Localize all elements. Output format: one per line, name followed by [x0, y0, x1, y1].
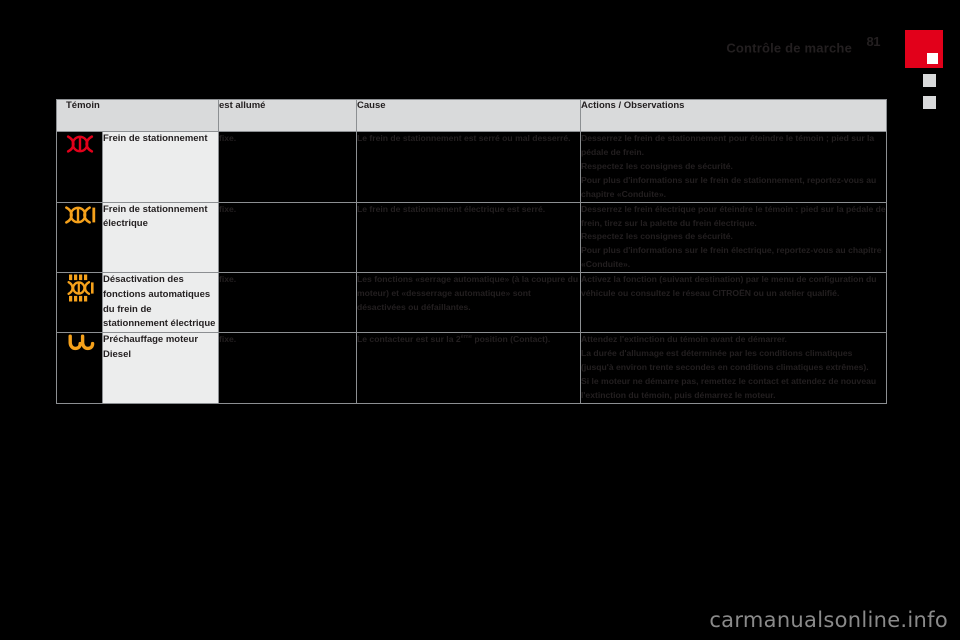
warning-actions: Attendez l'extinction du témoin avant de…	[581, 333, 887, 404]
warning-lit-state: fixe.	[219, 333, 357, 404]
table-row: Frein de stationnement fixe. Le frein de…	[57, 132, 887, 203]
action-line: Si le moteur ne démarre pas, remettez le…	[581, 375, 886, 403]
action-line: Respectez les consignes de sécurité.	[581, 160, 886, 174]
warning-name: Préchauffage moteur Diesel	[103, 333, 219, 404]
warning-lit-state: fixe.	[219, 202, 357, 273]
table-row: Désactivation des fonctions automatiques…	[57, 273, 887, 333]
action-line: La durée d'allumage est déterminée par l…	[581, 347, 886, 375]
site-watermark: carmanualsonline.info	[709, 608, 948, 632]
diesel-preheating-icon	[65, 333, 95, 353]
column-header-temoin: Témoin	[57, 100, 219, 132]
page-header: 81 Contrôle de marche	[0, 0, 960, 92]
action-line: Desserrez le frein de stationnement pour…	[581, 132, 886, 160]
page-title: Contrôle de marche	[726, 41, 852, 56]
warning-name: Frein de stationnement	[103, 132, 219, 203]
cause-prefix: Le contacteur est sur la	[357, 334, 456, 344]
electric-parking-brake-auto-off-icon	[65, 273, 95, 303]
page-number: 81	[867, 34, 880, 49]
warning-actions: Desserrez le frein électrique pour étein…	[581, 202, 887, 273]
icon-cell	[57, 202, 103, 273]
chapter-tab-3[interactable]	[921, 94, 938, 111]
action-line: Attendez l'extinction du témoin avant de…	[581, 333, 886, 347]
cause-suffix: position (Contact).	[472, 334, 550, 344]
warning-lit-state: fixe.	[219, 273, 357, 333]
table-body: Frein de stationnement fixe. Le frein de…	[57, 132, 887, 404]
table-row: Préchauffage moteur Diesel fixe. Le cont…	[57, 333, 887, 404]
chapter-tab-active[interactable]	[905, 30, 943, 68]
warning-name: Désactivation des fonctions automatiques…	[103, 273, 219, 333]
warning-name: Frein de stationnement électrique	[103, 202, 219, 273]
table-header-row: Témoin est allumé Cause Actions / Observ…	[57, 100, 887, 132]
action-line: Desserrez le frein électrique pour étein…	[581, 203, 886, 231]
column-header-actions: Actions / Observations	[581, 100, 887, 132]
action-line: Activez la fonction (suivant destination…	[581, 273, 886, 301]
action-line: Respectez les consignes de sécurité.	[581, 230, 886, 244]
icon-cell	[57, 273, 103, 333]
parking-brake-icon	[65, 132, 95, 156]
manual-page: 81 Contrôle de marche Témoin est allumé …	[0, 0, 960, 640]
cause-ordinal-suffix: ème	[461, 334, 472, 340]
warning-cause: Le frein de stationnement électrique est…	[357, 202, 581, 273]
electric-parking-brake-icon	[64, 203, 96, 227]
warning-cause: Le frein de stationnement est serré ou m…	[357, 132, 581, 203]
chapter-tab-marker	[927, 53, 938, 64]
warning-lights-table-wrapper: Témoin est allumé Cause Actions / Observ…	[56, 99, 886, 404]
warning-lit-state: fixe.	[219, 132, 357, 203]
column-header-cause: Cause	[357, 100, 581, 132]
warning-cause: Les fonctions «serrage automatique» (à l…	[357, 273, 581, 333]
action-line: Pour plus d'informations sur le frein él…	[581, 244, 886, 272]
warning-actions: Desserrez le frein de stationnement pour…	[581, 132, 887, 203]
action-line: Pour plus d'informations sur le frein de…	[581, 174, 886, 202]
warning-actions: Activez la fonction (suivant destination…	[581, 273, 887, 333]
chapter-tab-2[interactable]	[921, 72, 938, 89]
table-row: Frein de stationnement électrique fixe. …	[57, 202, 887, 273]
icon-cell	[57, 132, 103, 203]
column-header-est-allume: est allumé	[219, 100, 357, 132]
warning-lights-table: Témoin est allumé Cause Actions / Observ…	[56, 99, 887, 404]
warning-cause: Le contacteur est sur la 2ème position (…	[357, 333, 581, 404]
icon-cell	[57, 333, 103, 404]
table-header: Témoin est allumé Cause Actions / Observ…	[57, 100, 887, 132]
